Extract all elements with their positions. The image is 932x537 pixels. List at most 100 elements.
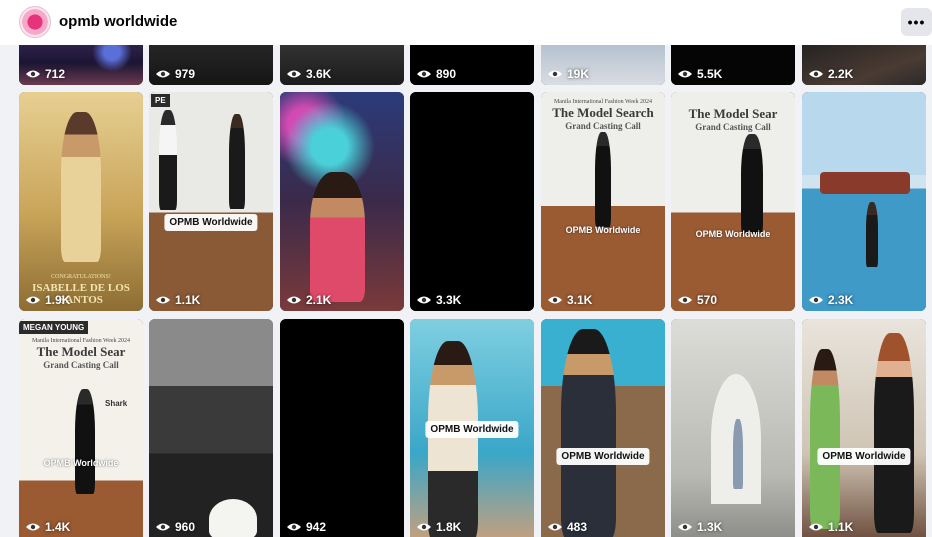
- model-figure: [229, 114, 245, 209]
- view-count: 1.4K: [25, 520, 70, 534]
- coffee-cup: [209, 499, 257, 537]
- opmb-reels-page: 712 979 3.6K 890 19K 5.5K 2.2K CONGRATUL…: [0, 0, 932, 537]
- view-count-label: 979: [175, 67, 196, 81]
- event-banner: The Model Sear Grand Casting Call: [671, 106, 795, 146]
- avatar[interactable]: [19, 6, 51, 38]
- reel-tile[interactable]: 960: [149, 319, 273, 537]
- view-count-label: 19K: [567, 67, 590, 81]
- banner-title-text: The Model Sear: [688, 106, 778, 121]
- eye-icon: [417, 296, 431, 304]
- more-options-icon: •••: [907, 14, 926, 30]
- view-count-label: 942: [306, 520, 327, 534]
- more-options-button[interactable]: •••: [901, 8, 932, 36]
- reels-grid: 712 979 3.6K 890 19K 5.5K 2.2K CONGRATUL…: [0, 0, 932, 537]
- view-count: 5.5K: [677, 67, 722, 81]
- eye-icon: [417, 523, 431, 531]
- banner-title-text: The Model Sear: [36, 344, 126, 359]
- host-figure: [428, 341, 478, 537]
- view-count: 3.3K: [416, 293, 461, 307]
- reel-tile[interactable]: The Model Sear Grand Casting Call OPMB W…: [671, 92, 795, 311]
- page-name[interactable]: opmb worldwide: [59, 13, 177, 30]
- model-figure: [595, 132, 611, 227]
- reel-tile[interactable]: MEGAN YOUNG Manila International Fashion…: [19, 319, 143, 537]
- reel-tile[interactable]: Manila International Fashion Week 2024 T…: [541, 92, 665, 311]
- view-count-label: 3.3K: [436, 293, 462, 307]
- eye-icon: [26, 70, 40, 78]
- reel-thumbnail: [410, 92, 534, 311]
- opmb-watermark: OPMB Worldwide: [695, 229, 771, 239]
- eye-icon: [678, 296, 692, 304]
- reel-tile[interactable]: CONGRATULATIONS! ISABELLE DE LOS SANTOS …: [19, 92, 143, 311]
- reel-tile[interactable]: PE OPMB Worldwide 1.1K: [149, 92, 273, 311]
- view-count: 979: [155, 67, 195, 81]
- view-count-label: 890: [436, 67, 457, 81]
- host-figure: [874, 333, 914, 533]
- eye-icon: [26, 523, 40, 531]
- congratulations-text: CONGRATULATIONS!: [51, 274, 111, 280]
- eye-icon: [809, 523, 823, 531]
- view-count-label: 570: [697, 293, 718, 307]
- banner-subtitle-text: Grand Casting Call: [565, 121, 641, 131]
- opmb-watermark: OPMB Worldwide: [43, 458, 119, 468]
- banner-event-text: Manila International Fashion Week 2024: [31, 338, 131, 344]
- eye-icon: [287, 523, 301, 531]
- event-banner: Manila International Fashion Week 2024 T…: [19, 335, 143, 395]
- view-count: 19K: [547, 67, 589, 81]
- view-count-label: 483: [567, 520, 588, 534]
- reel-tile[interactable]: OPMB Worldwide 1.1K: [802, 319, 926, 537]
- view-count-label: 2.2K: [828, 67, 854, 81]
- eye-icon: [287, 70, 301, 78]
- reel-tile[interactable]: OPMB Worldwide 483: [541, 319, 665, 537]
- banner-event-text: Manila International Fashion Week 2024: [553, 99, 653, 105]
- view-count: 712: [25, 67, 65, 81]
- view-count-label: 1.1K: [828, 520, 854, 534]
- view-count: 483: [547, 520, 587, 534]
- view-count: 942: [286, 520, 326, 534]
- reel-tile[interactable]: 2.3K: [802, 92, 926, 311]
- view-count-label: 3.6K: [306, 67, 332, 81]
- page-header: opmb worldwide •••: [0, 0, 932, 45]
- reel-thumbnail: [802, 92, 926, 311]
- view-count: 570: [677, 293, 717, 307]
- view-count: 960: [155, 520, 195, 534]
- opmb-watermark: OPMB Worldwide: [565, 225, 641, 235]
- eye-icon: [156, 296, 170, 304]
- reel-tile[interactable]: OPMB Worldwide 1.8K: [410, 319, 534, 537]
- view-count: 2.2K: [808, 67, 853, 81]
- model-figure: [810, 349, 840, 529]
- view-count: 3.6K: [286, 67, 331, 81]
- opmb-watermark: OPMB Worldwide: [556, 448, 650, 465]
- eye-icon: [156, 523, 170, 531]
- host-tag-text: MEGAN YOUNG: [19, 321, 89, 334]
- model-figure: [159, 110, 177, 210]
- reel-tile[interactable]: 3.3K: [410, 92, 534, 311]
- eye-icon: [678, 523, 692, 531]
- eye-icon: [26, 296, 40, 304]
- view-count: 1.8K: [416, 520, 461, 534]
- eye-icon: [678, 70, 692, 78]
- reel-tile[interactable]: 2.1K: [280, 92, 404, 311]
- host-figure: [561, 329, 616, 537]
- eye-icon: [156, 70, 170, 78]
- banner-subtitle-text: Grand Casting Call: [43, 360, 119, 370]
- reel-tile[interactable]: 942: [280, 319, 404, 537]
- view-count-label: 1.1K: [175, 293, 201, 307]
- view-count-label: 2.1K: [306, 293, 332, 307]
- banner-subtitle-text: Grand Casting Call: [695, 122, 771, 132]
- eye-icon: [417, 70, 431, 78]
- eye-icon: [548, 70, 562, 78]
- opmb-watermark: OPMB Worldwide: [164, 214, 258, 231]
- view-count: 1.1K: [808, 520, 853, 534]
- reel-thumbnail: [280, 319, 404, 537]
- reel-tile[interactable]: 1.3K: [671, 319, 795, 537]
- reel-thumbnail: [149, 319, 273, 537]
- model-figure: [741, 134, 763, 234]
- eye-icon: [548, 523, 562, 531]
- view-count-label: 5.5K: [697, 67, 723, 81]
- view-count-label: 3.1K: [567, 293, 593, 307]
- eye-icon: [809, 70, 823, 78]
- model-figure: [61, 112, 101, 262]
- view-count-label: 1.9K: [45, 293, 71, 307]
- view-count: 2.1K: [286, 293, 331, 307]
- model-figure: [75, 389, 95, 494]
